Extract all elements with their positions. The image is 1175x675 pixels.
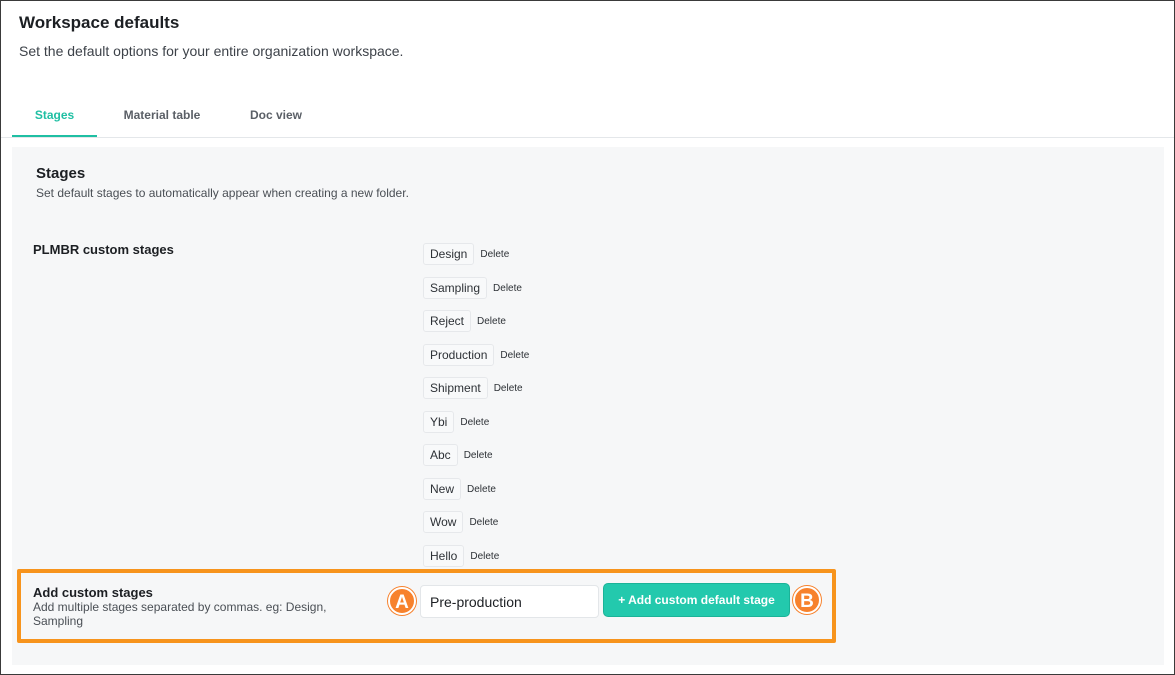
stage-chip: Design <box>423 243 475 265</box>
stage-item: Wow Delete <box>423 511 498 533</box>
stage-item: Design Delete <box>423 243 509 265</box>
stage-item: New Delete <box>423 478 496 500</box>
stage-chip: Abc <box>423 444 458 466</box>
section-description: Set default stages to automatically appe… <box>36 186 409 200</box>
add-custom-stages-description: Add multiple stages separated by commas.… <box>33 600 327 628</box>
stage-chip: Ybi <box>423 411 455 433</box>
stage-item: Abc Delete <box>423 444 493 466</box>
stage-delete-button[interactable]: Delete <box>464 450 493 461</box>
stage-item: Hello Delete <box>423 545 499 567</box>
stage-chip: Wow <box>423 511 464 533</box>
stage-delete-button[interactable]: Delete <box>469 517 498 528</box>
stage-delete-button[interactable]: Delete <box>494 383 523 394</box>
tab-bar: Stages Material table Doc view <box>1 97 1174 138</box>
tab-doc-view[interactable]: Doc view <box>237 97 315 137</box>
stage-chip: Hello <box>423 545 465 567</box>
stage-chip: New <box>423 478 462 500</box>
stage-delete-button[interactable]: Delete <box>493 283 522 294</box>
custom-stages-label: PLMBR custom stages <box>33 242 174 257</box>
stage-item: Production Delete <box>423 344 529 366</box>
stage-delete-button[interactable]: Delete <box>480 249 509 260</box>
stage-chip: Shipment <box>423 377 488 399</box>
custom-stage-input[interactable] <box>420 585 599 618</box>
stage-item: Sampling Delete <box>423 277 522 299</box>
tab-stages[interactable]: Stages <box>12 97 97 137</box>
stage-chip: Sampling <box>423 277 488 299</box>
stage-item: Reject Delete <box>423 310 506 332</box>
window-frame: Workspace defaults Set the default optio… <box>0 0 1175 675</box>
add-custom-stages-title: Add custom stages <box>33 585 153 600</box>
callout-marker-b: B <box>793 586 821 614</box>
stage-item: Shipment Delete <box>423 377 523 399</box>
stage-delete-button[interactable]: Delete <box>470 551 499 562</box>
add-custom-default-stage-button[interactable]: + Add custom default stage <box>603 583 790 617</box>
callout-marker-a: A <box>388 587 416 615</box>
stage-delete-button[interactable]: Delete <box>460 417 489 428</box>
section-title: Stages <box>36 165 86 182</box>
stage-chip: Reject <box>423 310 472 332</box>
page-title: Workspace defaults <box>19 13 180 32</box>
stage-item: Ybi Delete <box>423 411 489 433</box>
stage-delete-button[interactable]: Delete <box>477 316 506 327</box>
tab-material-table[interactable]: Material table <box>109 97 215 137</box>
page-subtitle: Set the default options for your entire … <box>19 43 404 59</box>
stage-delete-button[interactable]: Delete <box>500 350 529 361</box>
stage-delete-button[interactable]: Delete <box>467 484 496 495</box>
stage-chip: Production <box>423 344 495 366</box>
